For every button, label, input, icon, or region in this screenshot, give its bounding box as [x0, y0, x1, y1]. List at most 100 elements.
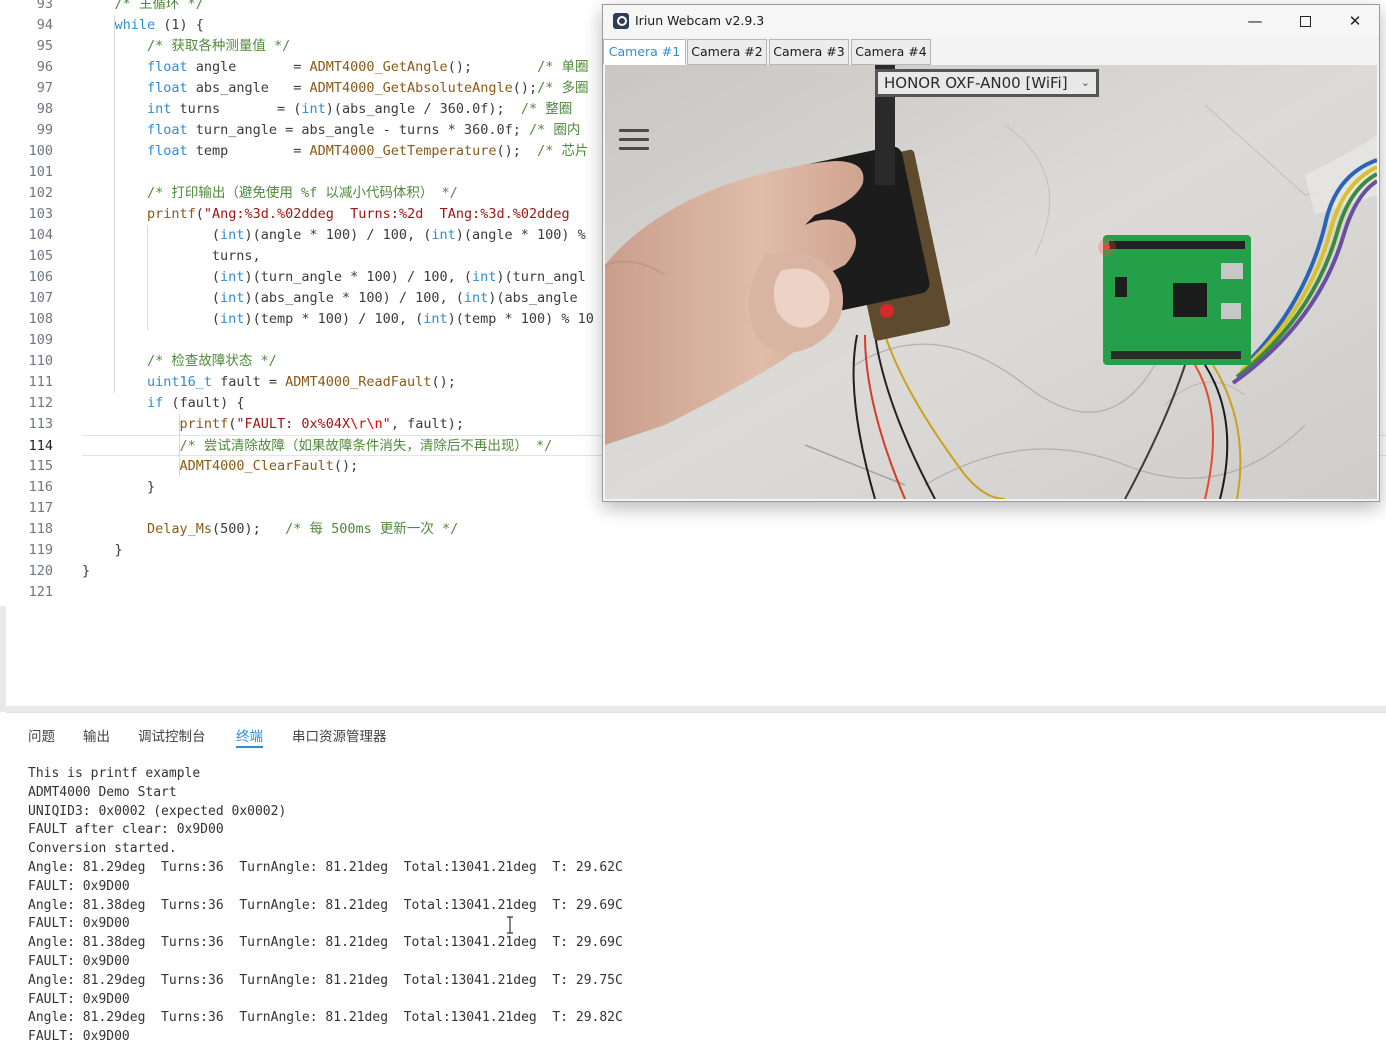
tab-serial-explorer[interactable]: 串口资源管理器 [292, 725, 387, 745]
code-text: uint16_t fault = ADMT4000_ReadFault(); [147, 372, 456, 393]
code-text: Delay_Ms(500); /* 每 500ms 更新一次 */ [147, 519, 458, 540]
code-token: /* 主循环 */ [114, 0, 204, 12]
code-token: (1) { [155, 17, 204, 33]
code-text: printf("FAULT: 0x%04X\r\n", fault); [179, 414, 464, 435]
terminal-line: Angle: 81.38deg Turns:36 TurnAngle: 81.2… [28, 897, 623, 913]
code-token: )(abs_angle [488, 290, 586, 306]
tab-output[interactable]: 输出 [83, 725, 110, 745]
camera-tab-bar: Camera #1 Camera #2 Camera #3 Camera #4 [603, 39, 1379, 65]
code-token: int [220, 311, 245, 327]
minimize-button[interactable]: — [1233, 9, 1277, 33]
camera-video-feed: HONOR OXF-AN00 [WiFi] ⌄ [605, 65, 1377, 499]
indent-guide [114, 15, 116, 393]
code-line[interactable]: 121 [0, 582, 1386, 603]
line-number: 96 [36, 59, 53, 75]
tab-debug-console[interactable]: 调试控制台 [138, 725, 206, 745]
text-cursor-icon [507, 916, 513, 934]
code-token: int [220, 269, 245, 285]
terminal-line: This is printf example [28, 766, 201, 781]
code-token: (); [512, 80, 538, 96]
line-number: 115 [28, 458, 53, 474]
code-token: )(angle * 100) % [455, 227, 586, 243]
code-token: } [82, 563, 91, 579]
code-text: /* 打印输出（避免使用 %f 以减小代码体积） */ [147, 183, 458, 204]
line-number: 108 [28, 311, 53, 327]
code-token: /* 圈内 [528, 122, 581, 138]
code-token: int [472, 269, 497, 285]
code-token: "FAULT: 0x%04X [236, 416, 351, 432]
code-token: /* 单圈 [537, 59, 589, 75]
bottom-panel: 问题 输出 调试控制台 终端 串口资源管理器 This is printf ex… [6, 712, 1386, 1043]
tab-camera-1[interactable]: Camera #1 [603, 39, 686, 65]
line-number: 95 [36, 38, 53, 54]
tab-camera-4[interactable]: Camera #4 [851, 39, 931, 65]
code-token: Delay_Ms [146, 521, 212, 537]
line-number: 112 [28, 395, 53, 411]
code-line[interactable]: 120} [0, 561, 1386, 582]
code-text: while (1) { [114, 15, 203, 36]
code-text: float angle = ADMT4000_GetAngle(); /* 单圈 [147, 57, 589, 78]
tab-terminal[interactable]: 终端 [236, 725, 263, 748]
tab-camera-2[interactable]: Camera #2 [687, 39, 767, 65]
code-token: /* 检查故障状态 */ [146, 353, 277, 369]
iriun-app-icon [613, 13, 629, 29]
code-token: "Ang:%3d.%02ddeg Turns:%2d TAng:%3d.%02d… [203, 206, 570, 222]
code-token: /* 每 500ms 更新一次 */ [285, 521, 459, 537]
terminal-output[interactable]: This is printf example ADMT4000 Demo Star… [28, 765, 1368, 1043]
terminal-line: FAULT: 0x9D00 [28, 1029, 130, 1043]
code-token: \r\n [350, 416, 383, 432]
code-token: (fault) { [163, 395, 245, 411]
hamburger-menu-icon[interactable] [619, 129, 651, 155]
code-text: } [147, 477, 155, 498]
tab-problems[interactable]: 问题 [28, 725, 55, 745]
device-name: HONOR OXF-AN00 [WiFi] [884, 74, 1068, 92]
code-text: float temp = ADMT4000_GetTemperature(); … [147, 141, 589, 162]
line-number: 121 [28, 584, 53, 600]
webcam-window[interactable]: Iriun Webcam v2.9.3 — ✕ Camera #1 Camera… [602, 4, 1380, 502]
webcam-titlebar[interactable]: Iriun Webcam v2.9.3 — ✕ [603, 5, 1379, 37]
maximize-icon [1299, 16, 1311, 27]
code-token: fault = [211, 374, 286, 390]
code-token: )(temp * 100) / 100, ( [244, 311, 424, 327]
code-token: while [114, 17, 156, 33]
code-token: temp = [187, 143, 310, 159]
code-token: int [220, 227, 245, 243]
code-line[interactable]: 118 Delay_Ms(500); /* 每 500ms 更新一次 */ [0, 519, 1386, 540]
code-token: float [146, 143, 188, 159]
line-number: 111 [28, 374, 53, 390]
camera-scene-image [605, 65, 1377, 499]
code-token: )(angle * 100) / 100, ( [244, 227, 432, 243]
line-number: 110 [28, 353, 53, 369]
line-number: 93 [36, 0, 53, 12]
code-token: /* 芯片 [537, 143, 589, 159]
code-token: , fault); [390, 416, 464, 432]
chevron-down-icon: ⌄ [1080, 76, 1090, 89]
code-text: float turn_angle = abs_angle - turns * 3… [147, 120, 580, 141]
line-number: 107 [28, 290, 53, 306]
code-token: )(abs_angle / 360.0f); [325, 101, 521, 117]
code-token: (); [431, 374, 456, 390]
code-token: turn_angle = abs_angle - turns * 360.0f; [187, 122, 529, 138]
code-text: ADMT4000_ClearFault(); [179, 456, 358, 477]
code-token: /* 整圈 [520, 101, 573, 117]
tab-camera-3[interactable]: Camera #3 [769, 39, 849, 65]
line-number: 113 [28, 416, 53, 432]
terminal-line: UNIQID3: 0x0002 (expected 0x0002) [28, 803, 287, 819]
indent-guide [179, 414, 181, 477]
close-button[interactable]: ✕ [1333, 9, 1377, 33]
code-text: /* 获取各种测量值 */ [147, 36, 290, 57]
code-token: )(turn_angle * 100) / 100, ( [244, 269, 473, 285]
terminal-line: FAULT: 0x9D00 [28, 916, 130, 932]
code-text: /* 主循环 */ [114, 0, 203, 15]
code-text: turns, [212, 246, 261, 267]
maximize-button[interactable] [1283, 9, 1327, 33]
line-number: 102 [28, 185, 53, 201]
code-text: /* 尝试清除故障（如果故障条件消失，清除后不再出现） */ [179, 436, 552, 457]
code-token: int [220, 290, 245, 306]
code-line[interactable]: 119} [0, 540, 1386, 561]
line-number: 103 [28, 206, 53, 222]
code-token: )(temp * 100) % 10 [447, 311, 594, 327]
device-selector[interactable]: HONOR OXF-AN00 [WiFi] ⌄ [875, 69, 1099, 97]
code-token: ADMT4000_ReadFault [285, 374, 432, 390]
code-text: int turns = (int)(abs_angle / 360.0f); /… [147, 99, 572, 120]
